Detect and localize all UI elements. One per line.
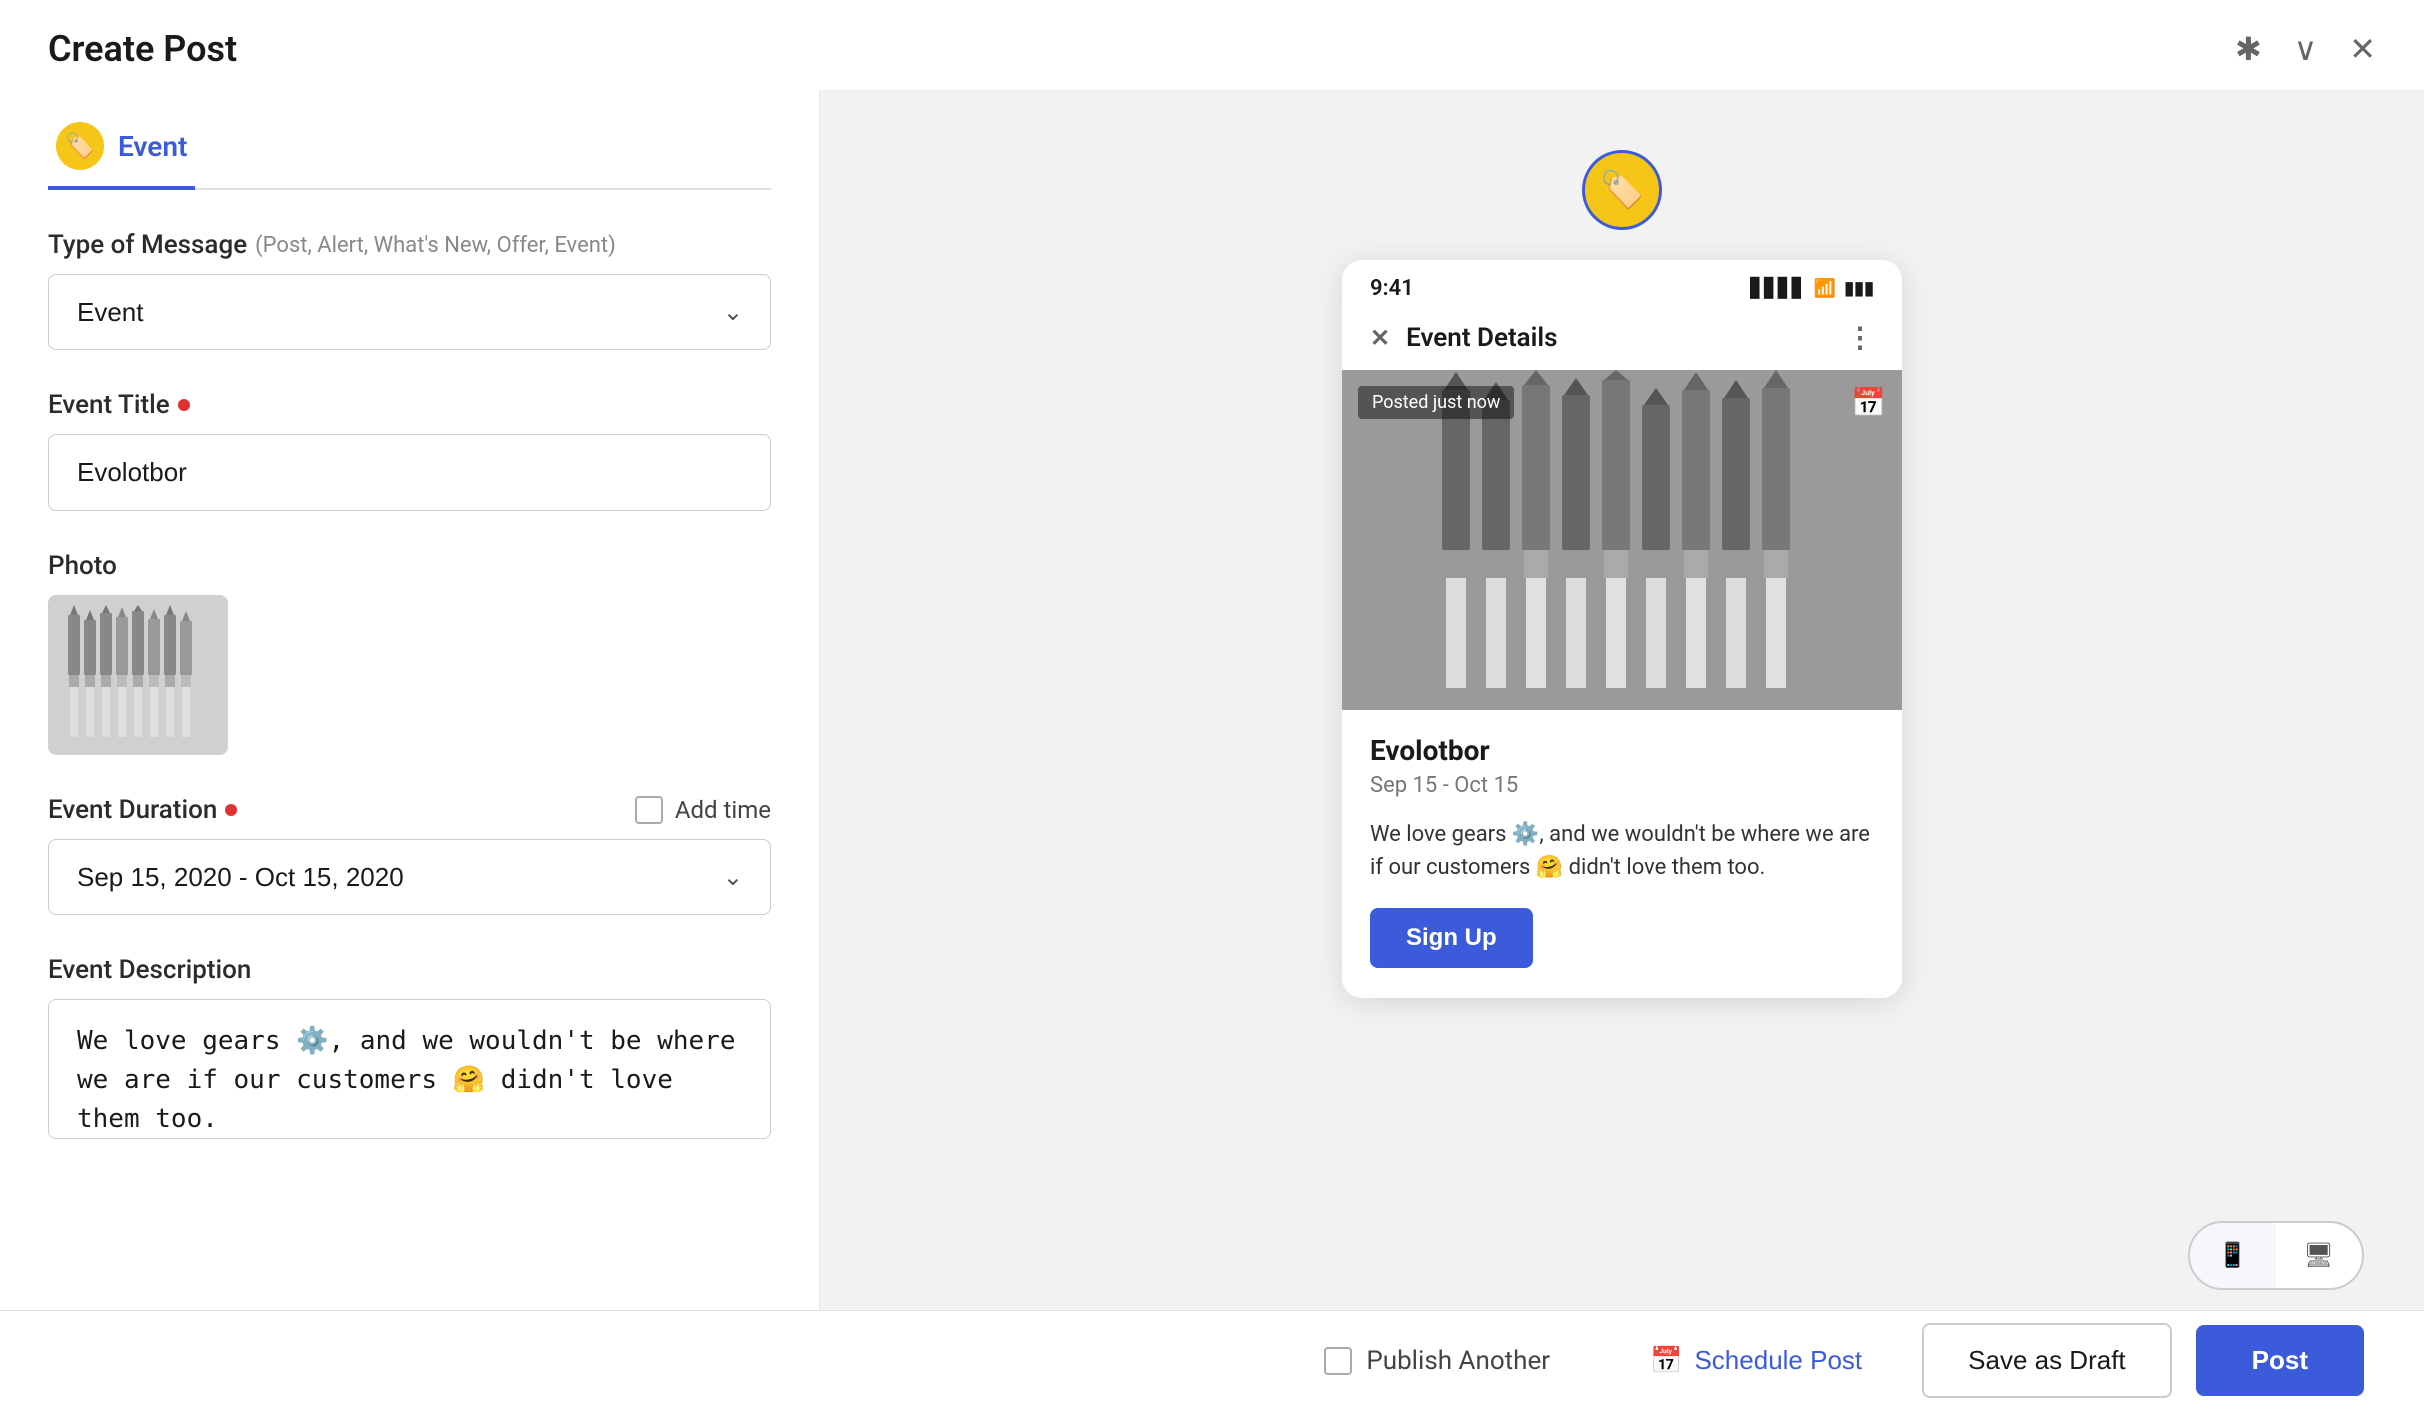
app-header: Create Post ✱ ∨ ✕: [0, 0, 2424, 90]
chevron-down-icon[interactable]: ∨: [2294, 30, 2317, 68]
main-content: 🏷️ Event Type of Message (Post, Alert, W…: [0, 90, 2424, 1410]
duration-select-wrapper: Sep 15, 2020 - Oct 15, 2020 ⌄: [48, 839, 771, 915]
mobile-body: Evolotbor Sep 15 - Oct 15 We love gears …: [1342, 710, 1902, 998]
event-title-label: Event Title: [48, 390, 771, 420]
publish-another-checkbox[interactable]: [1324, 1347, 1352, 1375]
desktop-view-button[interactable]: 🖥: [2276, 1223, 2362, 1288]
schedule-post-button[interactable]: 📅 Schedule Post: [1614, 1325, 1898, 1396]
left-panel: 🏷️ Event Type of Message (Post, Alert, W…: [0, 90, 820, 1410]
preview-brushes-svg: [1342, 370, 1902, 710]
save-draft-button[interactable]: Save as Draft: [1922, 1323, 2172, 1398]
device-toggle: 📱 🖥: [2188, 1221, 2364, 1290]
publish-another-label: Publish Another: [1366, 1346, 1550, 1376]
mobile-time: 9:41: [1370, 276, 1414, 301]
tab-bar: 🏷️ Event: [48, 90, 771, 190]
mobile-close-icon[interactable]: ✕: [1370, 324, 1390, 352]
preview-event-title: Evolotbor: [1370, 734, 1874, 767]
page-title: Create Post: [48, 28, 237, 70]
type-of-message-section: Type of Message (Post, Alert, What's New…: [48, 230, 771, 350]
mobile-status-bar: 9:41 ▋▋▋▋ 📶 ▮▮▮: [1342, 260, 1902, 313]
add-time-label: Add time: [675, 796, 771, 824]
status-icons: ▋▋▋▋ 📶 ▮▮▮: [1750, 278, 1874, 299]
event-image: Posted just now 📅: [1342, 370, 1902, 710]
type-of-message-label: Type of Message (Post, Alert, What's New…: [48, 230, 771, 260]
type-sublabel: (Post, Alert, What's New, Offer, Event): [255, 233, 616, 258]
signup-button[interactable]: Sign Up: [1370, 908, 1533, 968]
duration-required-dot: [225, 804, 237, 816]
event-description-textarea[interactable]: We love gears ⚙️, and we wouldn't be whe…: [48, 999, 771, 1139]
posted-label: Posted just now: [1358, 386, 1514, 419]
publish-another-row: Publish Another: [1324, 1346, 1550, 1376]
mobile-header-title: Event Details: [1406, 323, 1557, 353]
wifi-icon: 📶: [1814, 278, 1836, 299]
add-time-checkbox[interactable]: [635, 796, 663, 824]
photo-preview[interactable]: [48, 595, 228, 755]
header-actions: ✱ ∨ ✕: [2235, 30, 2376, 68]
preview-avatar: 🏷️: [1582, 150, 1662, 230]
brushes-illustration: [58, 600, 218, 750]
tab-event[interactable]: 🏷️ Event: [48, 106, 195, 190]
mobile-view-button[interactable]: 📱: [2190, 1223, 2276, 1288]
bottom-bar: Publish Another 📅 Schedule Post Save as …: [0, 1310, 2424, 1410]
post-button[interactable]: Post: [2196, 1325, 2364, 1396]
preview-event-dates: Sep 15 - Oct 15: [1370, 773, 1874, 798]
event-title-section: Event Title: [48, 390, 771, 511]
calendar-icon: 📅: [1851, 386, 1886, 419]
close-icon[interactable]: ✕: [2349, 30, 2376, 68]
duration-label: Event Duration: [48, 795, 237, 825]
battery-icon: ▮▮▮: [1844, 278, 1874, 299]
duration-select[interactable]: Sep 15, 2020 - Oct 15, 2020: [48, 839, 771, 915]
pin-icon[interactable]: ✱: [2235, 30, 2262, 68]
required-dot: [178, 399, 190, 411]
event-duration-section: Event Duration Add time Sep 15, 2020 - O…: [48, 795, 771, 915]
duration-label-row: Event Duration Add time: [48, 795, 771, 825]
signal-icon: ▋▋▋▋: [1750, 278, 1805, 299]
photo-label: Photo: [48, 551, 771, 581]
mobile-card-header: ✕ Event Details ⋮: [1342, 313, 1902, 370]
mobile-preview: 9:41 ▋▋▋▋ 📶 ▮▮▮ ✕ Event Details ⋮: [1342, 260, 1902, 998]
event-tab-icon: 🏷️: [56, 122, 104, 170]
type-of-message-select[interactable]: Event Post Alert What's New Offer: [48, 274, 771, 350]
add-time-row: Add time: [635, 796, 771, 824]
event-title-input[interactable]: [48, 434, 771, 511]
event-description-section: Event Description We love gears ⚙️, and …: [48, 955, 771, 1143]
tab-event-label: Event: [118, 130, 187, 163]
photo-section: Photo: [48, 551, 771, 755]
preview-event-description: We love gears ⚙️, and we wouldn't be whe…: [1370, 818, 1874, 884]
type-select-wrapper: Event Post Alert What's New Offer ⌄: [48, 274, 771, 350]
mobile-more-icon[interactable]: ⋮: [1846, 321, 1874, 354]
calendar-schedule-icon: 📅: [1650, 1345, 1682, 1376]
right-panel: 🏷️ 9:41 ▋▋▋▋ 📶 ▮▮▮ ✕ Event Details: [820, 90, 2424, 1410]
event-description-label: Event Description: [48, 955, 771, 985]
